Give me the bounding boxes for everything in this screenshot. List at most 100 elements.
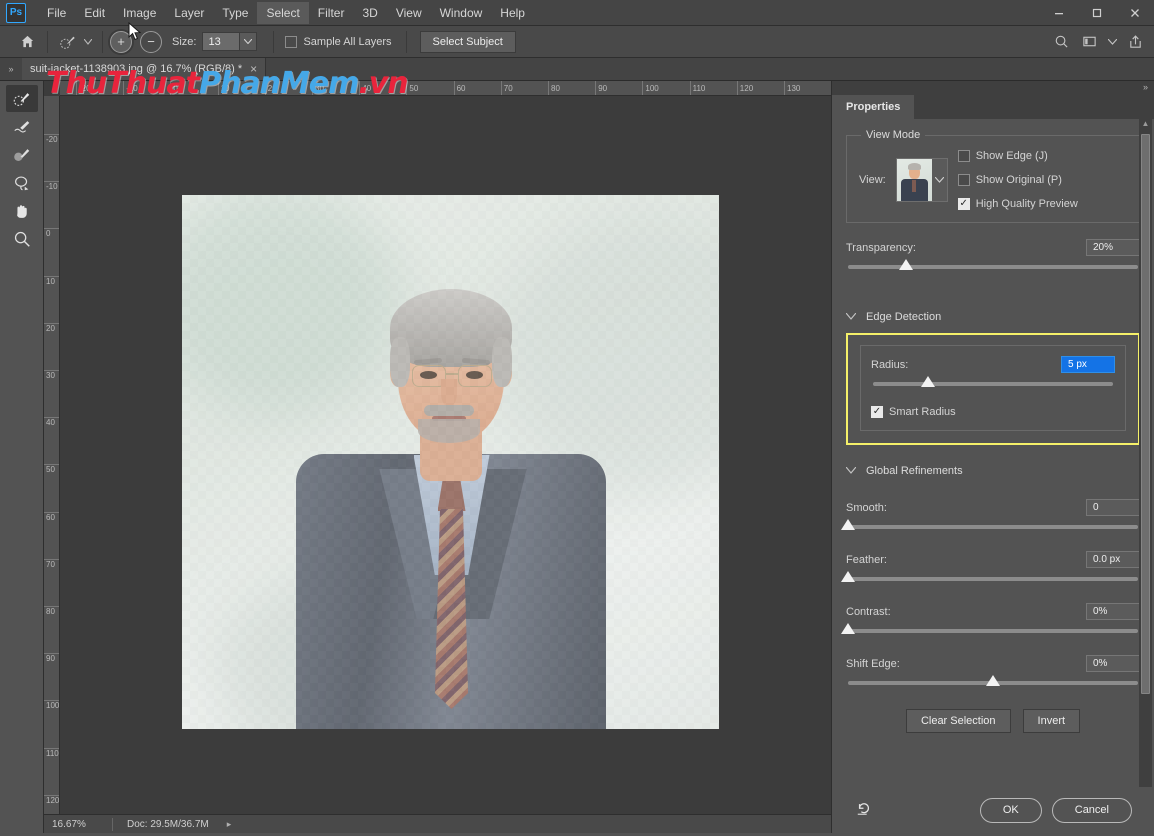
view-thumbnail-dropdown[interactable]: [895, 158, 948, 202]
ruler-tick-v: 30: [44, 370, 59, 380]
ok-button[interactable]: OK: [979, 797, 1042, 823]
double-chevron-icon[interactable]: »: [0, 58, 22, 80]
smart-radius-row[interactable]: ✓ Smart Radius: [871, 406, 1115, 418]
menu-window[interactable]: Window: [431, 2, 492, 24]
select-subject-button[interactable]: Select Subject: [419, 30, 516, 53]
transparency-track[interactable]: [848, 259, 1138, 270]
ruler-tick-h: 0: [170, 81, 178, 95]
transparency-thumb[interactable]: [899, 259, 913, 270]
slider-value-input[interactable]: 0.0 px: [1086, 551, 1140, 568]
menu-file[interactable]: File: [38, 2, 75, 24]
preset-chevron-down-icon[interactable]: [81, 30, 95, 54]
menu-3d[interactable]: 3D: [353, 2, 386, 24]
subtract-from-selection-button[interactable]: −: [140, 30, 162, 53]
minimize-icon[interactable]: [1040, 0, 1078, 26]
brush-preset-icon[interactable]: [55, 30, 81, 54]
double-chevron-icon[interactable]: »: [1143, 82, 1148, 92]
refine-edge-brush-tool[interactable]: [6, 113, 38, 140]
maximize-icon[interactable]: [1078, 0, 1116, 26]
view-check-row[interactable]: Show Original (P): [957, 174, 1078, 186]
ruler-tick-h: 10: [217, 81, 230, 95]
workspace-chevron-down-icon[interactable]: [1104, 30, 1120, 54]
slider-value-input[interactable]: 0%: [1086, 655, 1140, 672]
sample-all-layers-row[interactable]: Sample All Layers: [285, 35, 392, 48]
size-input[interactable]: 13: [202, 32, 241, 51]
slider-row: Feather: 0.0 px: [841, 551, 1140, 582]
slider-track[interactable]: [848, 675, 1138, 686]
view-check-row[interactable]: Show Edge (J): [957, 150, 1078, 162]
close-icon[interactable]: ×: [250, 62, 257, 76]
slider-thumb[interactable]: [841, 519, 855, 530]
view-check-row[interactable]: ✓ High Quality Preview: [957, 198, 1078, 210]
edge-detection-header[interactable]: Edge Detection: [845, 311, 1140, 323]
main-area: -20 -10 0 10 20 30 40 50 60 70 80 90 100 110 120 130 -2…: [0, 81, 1154, 833]
menu-type[interactable]: Type: [213, 2, 257, 24]
close-icon[interactable]: [1116, 0, 1154, 26]
document-info: Doc: 29.5M/36.7M: [127, 818, 209, 830]
chevron-down-icon[interactable]: [845, 466, 857, 476]
menu-filter[interactable]: Filter: [309, 2, 354, 24]
slider-track[interactable]: [841, 571, 1138, 582]
slider-thumb[interactable]: [841, 571, 855, 582]
radius-input[interactable]: 5 px: [1061, 356, 1115, 373]
smart-radius-label: Smart Radius: [889, 406, 956, 418]
menu-image[interactable]: Image: [114, 2, 165, 24]
panel-scrollbar[interactable]: ▲ ▼: [1139, 119, 1152, 831]
workspace-icon[interactable]: [1076, 30, 1102, 54]
options-bar-right-icons: [1048, 30, 1148, 54]
share-icon[interactable]: [1122, 30, 1148, 54]
ruler-tick-h: -10: [123, 81, 138, 95]
checkbox-show-edge-j[interactable]: [957, 150, 970, 162]
menu-help[interactable]: Help: [491, 2, 534, 24]
invert-button[interactable]: Invert: [1022, 709, 1081, 733]
menu-edit[interactable]: Edit: [75, 2, 114, 24]
lasso-tool[interactable]: [6, 169, 38, 196]
hand-tool[interactable]: [6, 197, 38, 224]
canvas-row: -20 -10 0 10 20 30 40 50 60 70 80 90 100 110 120: [44, 96, 831, 814]
global-refinements-header[interactable]: Global Refinements: [845, 465, 1140, 477]
size-chevron-down-icon[interactable]: [240, 32, 258, 51]
cancel-button[interactable]: Cancel: [1051, 797, 1132, 823]
tab-properties[interactable]: Properties: [832, 95, 915, 119]
ruler-tick-v: 60: [44, 511, 59, 522]
smart-radius-checkbox[interactable]: ✓: [871, 406, 883, 418]
slider-value-input[interactable]: 0%: [1086, 603, 1140, 620]
panel-tab-bar: Properties: [832, 95, 1154, 119]
slider-value-input[interactable]: 0: [1086, 499, 1140, 516]
slider-track[interactable]: [841, 623, 1138, 634]
radius-track[interactable]: [873, 376, 1113, 387]
menu-bar: Ps File Edit Image Layer Type Select Filter 3D V…: [0, 0, 1154, 26]
artboard[interactable]: [182, 195, 719, 729]
menu-view[interactable]: View: [387, 2, 431, 24]
menu-layer[interactable]: Layer: [165, 2, 213, 24]
slider-thumb[interactable]: [986, 675, 1000, 686]
ruler-tick-v: 20: [44, 322, 59, 333]
sample-all-layers-checkbox[interactable]: [285, 35, 298, 48]
canvas-area[interactable]: [60, 96, 831, 814]
chevron-down-icon[interactable]: [845, 312, 857, 322]
scrollbar-thumb[interactable]: [1141, 134, 1150, 694]
zoom-tool[interactable]: [6, 225, 38, 252]
checkbox-show-original-p[interactable]: [957, 174, 970, 186]
radius-thumb[interactable]: [921, 376, 936, 387]
home-icon[interactable]: [14, 30, 40, 54]
scroll-up-arrow-icon[interactable]: ▲: [1142, 119, 1150, 132]
clear-selection-button[interactable]: Clear Selection: [905, 709, 1011, 733]
dialog-buttons: OK Cancel: [979, 797, 1132, 823]
slider-head: Smooth: 0: [846, 499, 1140, 516]
quick-selection-tool[interactable]: [5, 85, 38, 112]
slider-track[interactable]: [841, 519, 1138, 530]
checkbox-high-quality-preview[interactable]: ✓: [957, 198, 970, 210]
slider-thumb[interactable]: [841, 623, 855, 634]
reset-icon[interactable]: [856, 800, 872, 820]
options-separator-3: [273, 30, 275, 53]
document-tab[interactable]: suit-jacket-1138903.jpg @ 16.7% (RGB/8) …: [22, 58, 267, 80]
chevron-right-icon[interactable]: ▸: [227, 819, 232, 830]
view-chevron-down-icon[interactable]: [932, 159, 947, 201]
search-icon[interactable]: [1048, 30, 1074, 54]
menu-select[interactable]: Select: [257, 1, 309, 24]
slider-label: Contrast:: [846, 605, 891, 618]
transparency-value[interactable]: 20%: [1086, 239, 1140, 256]
zoom-level[interactable]: 16.67%: [44, 819, 112, 830]
brush-tool[interactable]: [6, 141, 38, 168]
